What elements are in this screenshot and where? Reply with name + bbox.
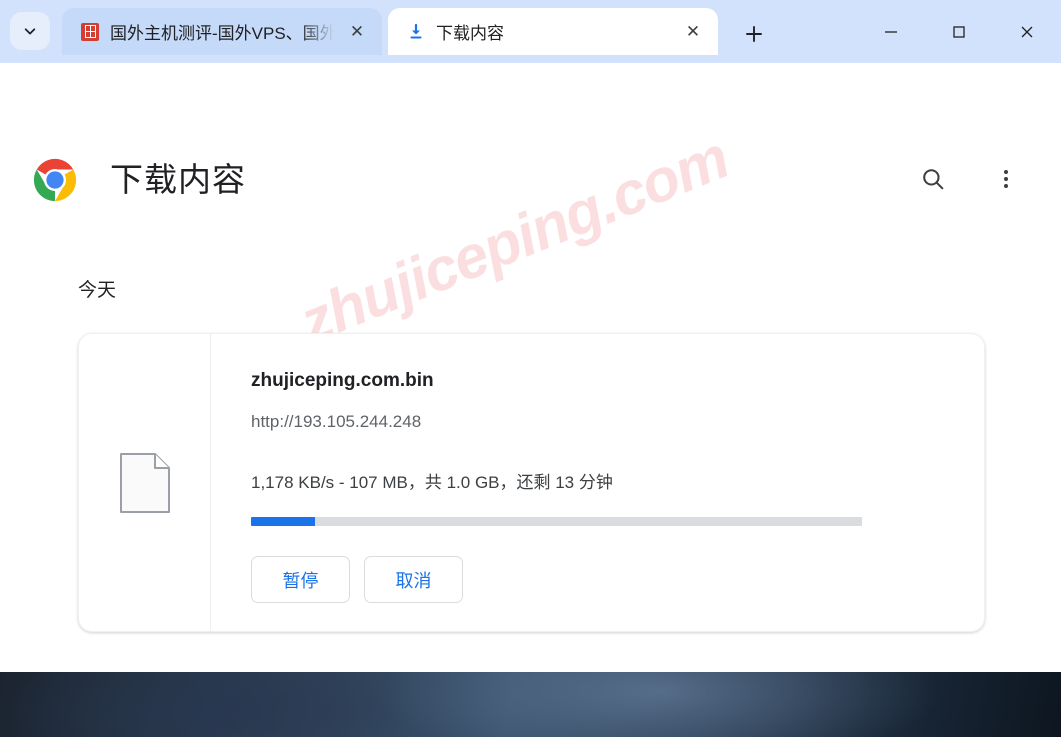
close-button[interactable]: [993, 0, 1061, 63]
plus-icon: [746, 26, 762, 42]
tab-title: 下载内容: [436, 24, 504, 43]
download-file-icon-column: [79, 334, 211, 631]
tab-close-button[interactable]: ✕: [346, 21, 368, 43]
download-progress-bar: [251, 517, 862, 526]
download-item-body: zhujiceping.com.bin http://193.105.244.2…: [211, 334, 984, 631]
tab-site[interactable]: 国外主机测评-国外VPS、国外 ✕: [62, 8, 382, 55]
chrome-logo: [33, 158, 77, 202]
downloads-search-button[interactable]: [913, 159, 953, 199]
download-icon: [406, 22, 426, 42]
tab-title: 国外主机测评-国外VPS、国外: [110, 24, 334, 43]
cancel-button[interactable]: 取消: [364, 556, 463, 603]
new-tab-button[interactable]: [736, 18, 772, 50]
browser-window: 国外主机测评-国外VPS、国外 ✕ 下载内容 ✕ zhujiceping.com…: [0, 0, 1061, 737]
tab-search-button[interactable]: [10, 12, 50, 50]
download-source-url: http://193.105.244.248: [251, 412, 422, 431]
maximize-button[interactable]: [925, 0, 993, 63]
tab-close-button[interactable]: ✕: [682, 21, 704, 43]
downloads-menu-button[interactable]: [986, 159, 1026, 199]
download-actions: 暂停 取消: [251, 556, 954, 603]
page-title: 下载内容: [110, 161, 246, 198]
minimize-button[interactable]: [857, 0, 925, 63]
download-item-card[interactable]: zhujiceping.com.bin http://193.105.244.2…: [78, 333, 985, 632]
tab-downloads[interactable]: 下载内容 ✕: [388, 8, 718, 55]
search-icon: [923, 169, 944, 190]
minimize-icon: [885, 30, 897, 33]
three-dot-menu-icon: [1004, 170, 1008, 188]
file-document-icon: [119, 452, 170, 513]
browser-toolbar: Chrome chrome://downloads: [0, 63, 1061, 181]
desktop-taskbar: 英 21:38 2024/4/24: [0, 672, 1061, 737]
tab-strip: 国外主机测评-国外VPS、国外 ✕ 下载内容 ✕: [0, 0, 1061, 63]
window-controls: [857, 0, 1061, 63]
chevron-down-icon: [24, 28, 36, 35]
pause-button[interactable]: 暂停: [251, 556, 350, 603]
maximize-icon: [953, 25, 965, 38]
close-icon: [1021, 26, 1033, 37]
downloads-page-header: 下载内容: [0, 133, 1061, 228]
site-favicon: [80, 22, 100, 42]
downloads-page: zhujiceping.com 下载内容 今天 zhujiceping.com.…: [0, 133, 1061, 672]
download-status-text: 1,178 KB/s - 107 MB，共 1.0 GB，还剩 13 分钟: [251, 473, 613, 492]
download-filename[interactable]: zhujiceping.com.bin: [251, 370, 954, 392]
download-progress-fill: [251, 517, 315, 526]
section-label-today: 今天: [78, 280, 117, 301]
